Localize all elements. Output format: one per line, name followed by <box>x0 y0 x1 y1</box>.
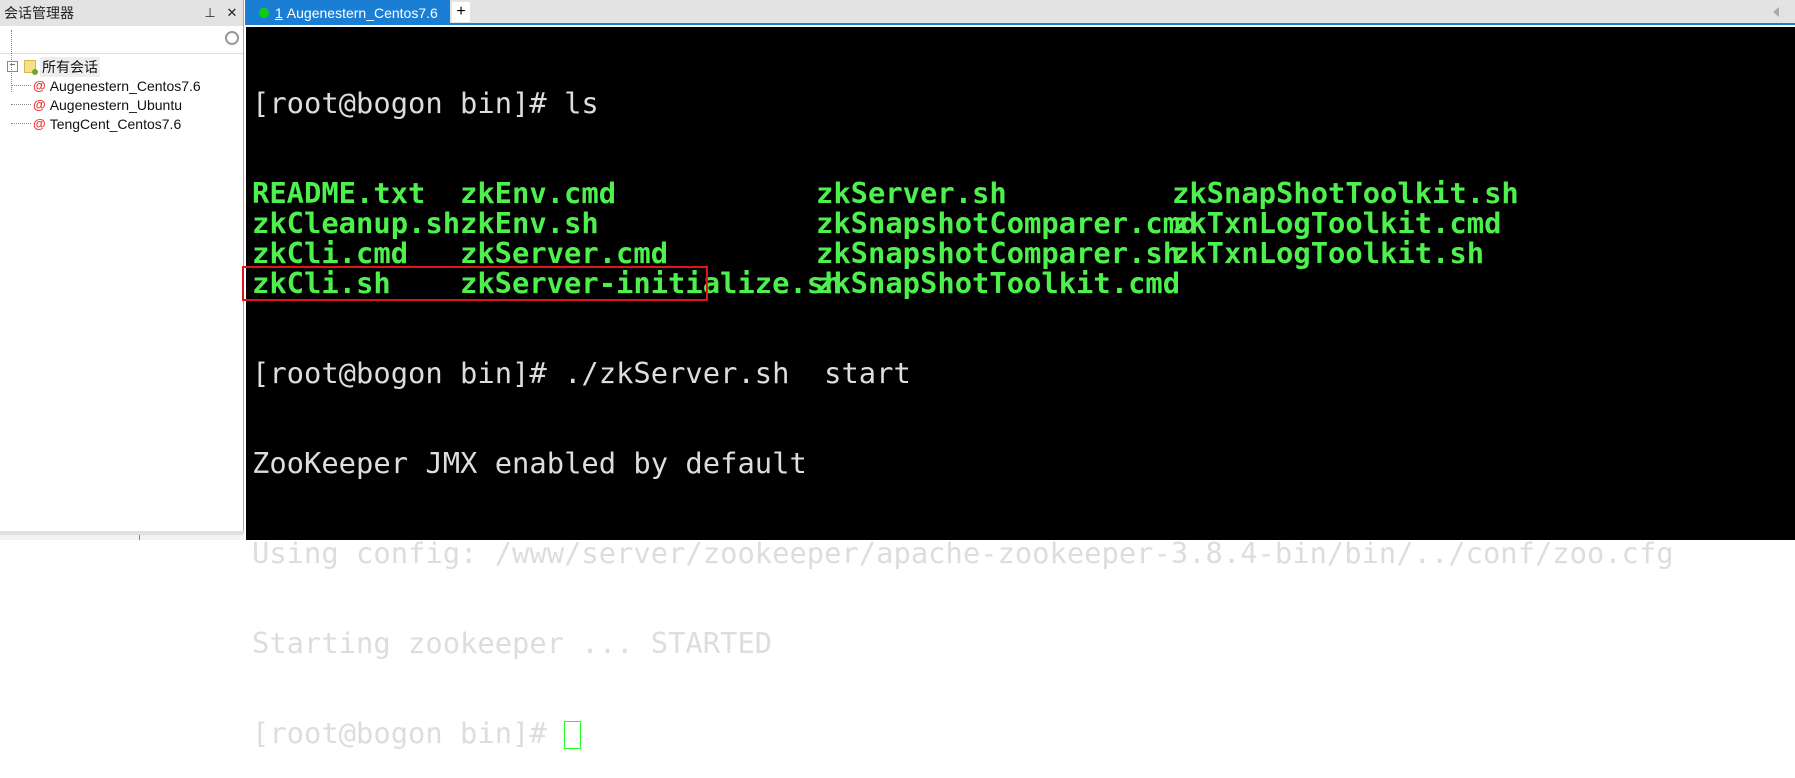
panel-title: 会话管理器 <box>4 5 74 21</box>
ls-file: zkEnv.cmd <box>460 176 617 210</box>
close-icon[interactable]: ✕ <box>221 5 243 21</box>
tab-session[interactable]: 1 Augenestern_Centos7.6 <box>245 0 450 25</box>
session-manager-panel: 会话管理器 ⊥ ✕ − 所有会话 @ Augenestern_Centos7.6 … <box>0 0 244 540</box>
ls-file: zkCli.cmd <box>252 236 409 270</box>
session-label: TengCent_Centos7.6 <box>49 115 182 132</box>
scroll-left-icon[interactable] <box>1773 7 1779 17</box>
tab-label: Augenestern_Centos7.6 <box>286 4 438 21</box>
terminal-line: [root@bogon bin]# ./zkServer.sh start <box>252 356 911 390</box>
terminal-line: ZooKeeper JMX enabled by default <box>252 446 807 480</box>
ls-file: zkSnapshotComparer.cmd <box>816 206 1198 240</box>
folder-icon <box>24 60 38 75</box>
session-tree: − 所有会话 @ Augenestern_Centos7.6 @ Augeneste… <box>0 30 243 133</box>
ls-row: README.txt zkEnv.cmd zkServer.sh zkSnapShot… <box>252 178 1795 208</box>
search-input[interactable] <box>0 26 243 53</box>
pin-icon[interactable]: ⊥ <box>199 5 221 21</box>
terminal-line: [root@bogon bin]# <box>252 716 1795 750</box>
swirl-icon: @ <box>33 116 46 131</box>
search-icon[interactable] <box>225 31 239 45</box>
highlight-box <box>242 266 708 301</box>
ls-file: zkServer.cmd <box>460 236 669 270</box>
cursor <box>564 721 582 749</box>
ls-file: zkCleanup.sh <box>252 206 461 240</box>
session-item[interactable]: @ Augenestern_Centos7.6 <box>0 76 243 95</box>
panel-header: 会话管理器 ⊥ ✕ <box>0 0 243 26</box>
session-label: Augenestern_Ubuntu <box>49 96 183 113</box>
add-tab-button[interactable]: + <box>452 2 470 22</box>
ls-file: zkSnapshotComparer.sh <box>816 236 1181 270</box>
tab-index: 1 <box>275 4 283 21</box>
ls-row: zkCleanup.sh zkEnv.sh zkSnapshotComparer.c… <box>252 208 1795 238</box>
terminal-line: Starting zookeeper ... STARTED <box>252 626 773 660</box>
terminal-line: [root@bogon bin]# ls <box>252 86 599 120</box>
ls-file: zkTxnLogToolkit.cmd <box>1172 206 1502 240</box>
ls-file: README.txt <box>252 176 426 210</box>
ls-file: zkSnapShotToolkit.sh <box>1172 176 1519 210</box>
swirl-icon: @ <box>33 97 46 112</box>
session-item[interactable]: @ Augenestern_Ubuntu <box>0 95 243 114</box>
root-label: 所有会话 <box>40 56 100 77</box>
prompt: [root@bogon bin]# <box>252 716 565 750</box>
terminal-line: Using config: /www/server/zookeeper/apac… <box>252 536 1674 570</box>
session-item[interactable]: @ TengCent_Centos7.6 <box>0 114 243 133</box>
panel-footer <box>0 531 244 540</box>
ls-file: zkTxnLogToolkit.sh <box>1172 236 1485 270</box>
tab-bar: 1 Augenestern_Centos7.6 + <box>245 0 1795 25</box>
status-dot-icon <box>259 7 269 18</box>
ls-file: zkSnapShotToolkit.cmd <box>816 266 1181 300</box>
session-label: Augenestern_Centos7.6 <box>49 77 201 94</box>
swirl-icon: @ <box>33 78 46 93</box>
ls-file: zkServer.sh <box>816 176 1007 210</box>
tree-root[interactable]: − 所有会话 <box>0 56 243 77</box>
session-search <box>0 26 243 54</box>
ls-file: zkEnv.sh <box>460 206 599 240</box>
ls-row: zkCli.cmd zkServer.cmd zkSnapshotComparer.… <box>252 238 1795 268</box>
collapse-icon[interactable]: − <box>7 61 18 72</box>
